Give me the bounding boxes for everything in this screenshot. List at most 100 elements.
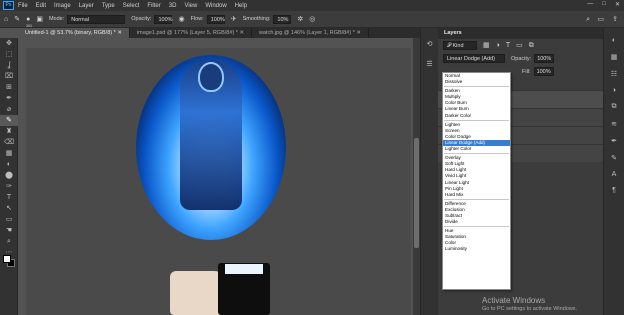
maximize-button[interactable]: □ (602, 1, 606, 8)
layers-panel-title[interactable]: Layers (438, 28, 603, 39)
paragraph-icon[interactable]: ¶ (604, 187, 624, 194)
tab-untitled-1[interactable]: Untitled-1 @ 53.7% (binary, RGB/8) * ✕ (18, 28, 130, 38)
adjustment-filter-icon[interactable]: ◑ (496, 41, 500, 50)
menu-image[interactable]: Image (54, 3, 71, 9)
eyedropper-tool-icon[interactable]: ✒ (0, 93, 18, 104)
brush-preset-icon[interactable]: ● 300 (26, 15, 32, 28)
tab-label: watch.jpg @ 146% (Layer 1, RGB/8#) * (259, 30, 355, 36)
pressure-opacity-icon[interactable]: ◉ (178, 15, 184, 24)
menu-help[interactable]: Help (235, 3, 247, 9)
menu-filter[interactable]: Filter (147, 3, 160, 9)
pen-tool-icon[interactable]: ✑ (0, 181, 18, 192)
flow-field[interactable]: 100% (206, 14, 225, 24)
move-tool-icon[interactable]: ✥ (0, 38, 18, 49)
scroll-thumb[interactable] (414, 138, 419, 248)
zoom-tool-icon[interactable]: ⌕ (0, 236, 18, 247)
dropdown-separator (443, 85, 510, 88)
menu-edit[interactable]: Edit (36, 3, 46, 9)
kind-filter-select[interactable]: 𝒫 Kind (443, 41, 477, 50)
blur-tool-icon[interactable]: ◐ (0, 159, 18, 170)
swatches-icon[interactable]: ▦ (604, 53, 624, 61)
airbrush-icon[interactable]: ✈ (231, 15, 237, 24)
pixel-filter-icon[interactable]: ▦ (483, 41, 490, 50)
workspace-icon[interactable]: ▭ (597, 15, 604, 24)
menu-bar: Ps File Edit Image Layer Type Select Fil… (0, 0, 624, 11)
paths-icon[interactable]: ✒ (604, 137, 624, 145)
share-icon[interactable]: ⇪ (612, 15, 618, 24)
layers-icon[interactable]: ⧉ (604, 103, 624, 111)
document-tabs: Untitled-1 @ 53.7% (binary, RGB/8) * ✕ i… (18, 28, 420, 38)
brushes-icon[interactable]: ✎ (604, 154, 624, 162)
rectangle-tool-icon[interactable]: ▭ (0, 214, 18, 225)
canvas-area[interactable] (18, 38, 415, 315)
brush-settings-icon[interactable]: ▣ (36, 15, 43, 24)
flow-label: Flow: (190, 16, 204, 22)
smart-object-filter-icon[interactable]: ⧉ (529, 41, 534, 50)
close-tab-icon[interactable]: ✕ (356, 30, 361, 36)
dropdown-separator (443, 119, 510, 122)
minimize-button[interactable]: — (587, 1, 593, 8)
tab-watch[interactable]: watch.jpg @ 146% (Layer 1, RGB/8#) * ✕ (252, 28, 369, 38)
character-icon[interactable]: A (604, 171, 624, 178)
home-icon[interactable]: ⌂ (4, 15, 8, 24)
clone-stamp-tool-icon[interactable]: ♜ (0, 126, 18, 137)
path-select-tool-icon[interactable]: ↖ (0, 203, 18, 214)
libraries-icon[interactable]: ☷ (604, 70, 624, 78)
search-icon[interactable]: ⌕ (586, 15, 590, 24)
hand-tool-icon[interactable]: ☚ (0, 225, 18, 236)
canvas-scrollbar[interactable] (413, 38, 420, 315)
menu-select[interactable]: Select (123, 3, 140, 9)
type-filter-icon[interactable]: T (506, 41, 510, 50)
pressure-size-icon[interactable]: ◎ (309, 15, 315, 24)
close-tab-icon[interactable]: ✕ (239, 30, 244, 36)
smoothing-options-icon[interactable]: ✲ (297, 15, 303, 24)
quick-select-tool-icon[interactable]: ⌧ (0, 71, 18, 82)
lasso-tool-icon[interactable]: ʆ (0, 60, 18, 71)
window-controls: — □ ✕ (587, 1, 620, 8)
dropdown-separator (443, 225, 510, 228)
healing-tool-icon[interactable]: ⌀ (0, 104, 18, 115)
close-button[interactable]: ✕ (615, 1, 620, 8)
menu-type[interactable]: Type (102, 3, 115, 9)
brush-tool-icon[interactable]: ✎ (0, 115, 18, 126)
tab-label: image1.psd @ 177% (Layer 5, RGB/8#) * (136, 30, 238, 36)
right-panel-icons: ◐ ▦ ☷ ◑ ⧉ ≋ ✒ ✎ A ¶ (603, 28, 624, 315)
activate-windows-title: Activate Windows (482, 296, 546, 305)
blend-mode-select[interactable]: Linear Dodge (Add) (443, 54, 505, 63)
adjustments-icon[interactable]: ◑ (604, 87, 624, 94)
color-icon[interactable]: ◐ (604, 37, 624, 44)
shape-filter-icon[interactable]: ▭ (516, 41, 523, 50)
crop-tool-icon[interactable]: ⊞ (0, 82, 18, 93)
fill-field[interactable]: 100% (533, 67, 554, 76)
tab-image1[interactable]: image1.psd @ 177% (Layer 5, RGB/8#) * ✕ (130, 28, 253, 38)
history-icon[interactable]: ⟲ (421, 40, 438, 48)
menu-3d[interactable]: 3D (169, 3, 177, 9)
eraser-tool-icon[interactable]: ⌫ (0, 137, 18, 148)
watch-light-image (225, 264, 263, 274)
properties-icon[interactable]: ☰ (421, 60, 438, 68)
type-tool-icon[interactable]: T (0, 192, 18, 203)
close-tab-icon[interactable]: ✕ (117, 30, 122, 36)
menu-window[interactable]: Window (205, 3, 226, 9)
menu-layer[interactable]: Layer (79, 3, 94, 9)
brush-tool-icon[interactable]: ✎ (14, 15, 20, 24)
menu-file[interactable]: File (18, 3, 28, 9)
activate-windows-subtitle: Go to PC settings to activate Windows. (482, 306, 578, 312)
smoothing-field[interactable]: 10% (273, 14, 292, 24)
blend-mode-option[interactable]: Luminosity (443, 246, 510, 252)
mode-select[interactable]: Normal (67, 14, 126, 24)
menu-view[interactable]: View (184, 3, 197, 9)
dodge-tool-icon[interactable]: ⬤ (0, 170, 18, 181)
tab-label: Untitled-1 @ 53.7% (binary, RGB/8) * (25, 30, 116, 36)
marquee-tool-icon[interactable]: ⬚ (0, 49, 18, 60)
gradient-tool-icon[interactable]: ▦ (0, 148, 18, 159)
collapsed-panels: ⟲ ☰ (420, 28, 438, 315)
smoothing-label: Smoothing: (242, 16, 271, 22)
channels-icon[interactable]: ≋ (604, 120, 624, 128)
photoshop-logo: Ps (3, 1, 14, 10)
layer-opacity-field[interactable]: 100% (534, 54, 555, 63)
hologram-head-image (198, 62, 224, 92)
foreground-color-swatch[interactable] (3, 255, 11, 263)
opacity-field[interactable]: 100% (154, 14, 173, 24)
layers-filter-row: 𝒫 Kind ▦ ◑ T ▭ ⧉ (438, 39, 603, 52)
